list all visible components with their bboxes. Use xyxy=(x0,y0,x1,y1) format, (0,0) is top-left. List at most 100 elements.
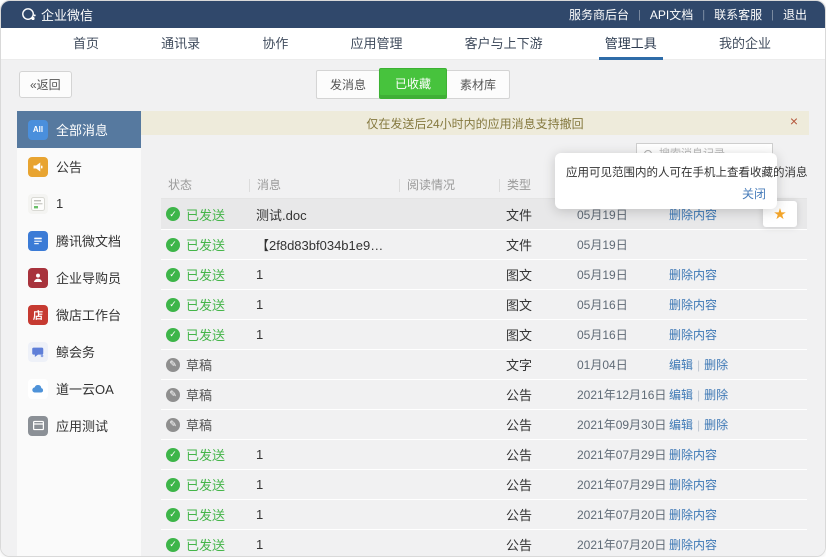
chat-bubble-icon xyxy=(28,342,48,362)
actions-cell: 删除内容 xyxy=(669,326,753,343)
tab-material-library[interactable]: 素材库 xyxy=(446,70,510,99)
action-link[interactable]: 删除 xyxy=(704,418,728,432)
type-cell: 文件 xyxy=(499,235,577,254)
action-link[interactable]: 删除内容 xyxy=(669,328,717,342)
type-cell: 公告 xyxy=(499,445,577,464)
message-cell: 1 xyxy=(249,327,399,342)
sidebar-item-whale-meeting[interactable]: 鲸会务 xyxy=(17,333,141,370)
action-link[interactable]: 删除 xyxy=(704,388,728,402)
topbar-link-api-docs[interactable]: API文档 xyxy=(650,6,693,23)
table-row: ✓已发送1公告2021年07月20日删除内容 xyxy=(161,529,807,556)
message-cell: 1 xyxy=(249,267,399,282)
table-body: ✓已发送测试.doc文件05月19日删除内容★✓已发送【2f8d83bf034b… xyxy=(161,199,807,556)
table-row: ✓已发送1公告2021年07月20日删除内容 xyxy=(161,499,807,529)
action-link[interactable]: 编辑 xyxy=(669,388,693,402)
topbar-link-separator: | xyxy=(702,9,705,21)
table-row: ✎草稿公告2021年09月30日编辑|删除 xyxy=(161,409,807,439)
sidebar-item-daoyiyun-oa[interactable]: 道一云OA xyxy=(17,370,141,407)
topbar-link-separator: | xyxy=(771,9,774,21)
actions-cell: 编辑|删除 xyxy=(669,386,753,403)
tooltip-close-link[interactable]: 关闭 xyxy=(566,185,766,202)
message-cell: 1 xyxy=(249,447,399,462)
type-cell: 公告 xyxy=(499,535,577,554)
date-cell: 2021年12月16日 xyxy=(577,386,669,403)
app-window: 企业微信 服务商后台|API文档|联系客服|退出 首页通讯录协作应用管理客户与上… xyxy=(0,0,826,557)
shop-icon: 店 xyxy=(28,305,48,325)
star-icon[interactable]: ★ xyxy=(773,207,786,222)
status-cell: ✓已发送 xyxy=(161,205,249,224)
topbar-link-service-provider-console[interactable]: 服务商后台 xyxy=(569,6,629,23)
column-header-1: 状态 xyxy=(161,179,249,192)
sidebar-item-tencent-docs[interactable]: 腾讯微文档 xyxy=(17,222,141,259)
nav-item-my-company[interactable]: 我的企业 xyxy=(713,28,777,60)
topbar-link-contact-support[interactable]: 联系客服 xyxy=(714,6,762,23)
status-cell: ✓已发送 xyxy=(161,325,249,344)
column-header-2: 消息 xyxy=(249,179,399,192)
nav-item-customers-upstream-downstream[interactable]: 客户与上下游 xyxy=(459,28,549,60)
action-link[interactable]: 编辑 xyxy=(669,358,693,372)
actions-cell: 删除内容 xyxy=(669,266,753,283)
action-link[interactable]: 删除内容 xyxy=(669,208,717,222)
action-link[interactable]: 删除 xyxy=(704,358,728,372)
status-draft-icon: ✎ xyxy=(166,358,180,372)
action-link[interactable]: 编辑 xyxy=(669,418,693,432)
sidebar-item-all-messages[interactable]: All全部消息 xyxy=(17,111,141,148)
table-row: ✓已发送1图文05月16日删除内容 xyxy=(161,289,807,319)
sidebar-item-app-test[interactable]: 应用测试 xyxy=(17,407,141,444)
app-window-icon xyxy=(28,416,48,436)
action-link[interactable]: 删除内容 xyxy=(669,538,717,552)
table-row: ✓已发送1图文05月16日删除内容 xyxy=(161,319,807,349)
status-sent-icon: ✓ xyxy=(166,238,180,252)
type-cell: 公告 xyxy=(499,415,577,434)
nav-item-collaboration[interactable]: 协作 xyxy=(256,28,294,60)
nav-item-home[interactable]: 首页 xyxy=(67,28,105,60)
status-label: 已发送 xyxy=(186,235,225,254)
tab-send-message[interactable]: 发消息 xyxy=(316,70,380,99)
nav-item-contacts[interactable]: 通讯录 xyxy=(155,28,206,60)
status-draft-icon: ✎ xyxy=(166,418,180,432)
type-cell: 图文 xyxy=(499,265,577,284)
date-cell: 2021年07月20日 xyxy=(577,536,669,553)
status-sent-icon: ✓ xyxy=(166,298,180,312)
tab-collected[interactable]: 已收藏 xyxy=(379,68,447,99)
status-label: 已发送 xyxy=(186,295,225,314)
sidebar-item-weidian-workbench[interactable]: 店微店工作台 xyxy=(17,296,141,333)
cloud-icon xyxy=(28,379,48,399)
sidebar-item-label: 公告 xyxy=(56,157,82,176)
status-cell: ✎草稿 xyxy=(161,415,249,434)
app-sidebar: All全部消息公告 1 腾讯微文档企业导购员店微店工作台鲸会务道一云OA应用测试 xyxy=(17,111,141,556)
status-cell: ✓已发送 xyxy=(161,265,249,284)
message-tabs: 发消息已收藏素材库 xyxy=(316,70,510,99)
date-cell: 05月16日 xyxy=(577,296,669,313)
wework-logo-icon xyxy=(21,7,36,22)
megaphone-icon xyxy=(28,157,48,177)
document-icon xyxy=(28,231,48,251)
wework-logo[interactable]: 企业微信 xyxy=(21,5,93,24)
sidebar-item-label: 腾讯微文档 xyxy=(56,231,121,250)
status-cell: ✓已发送 xyxy=(161,535,249,554)
action-link[interactable]: 删除内容 xyxy=(669,508,717,522)
action-link[interactable]: 删除内容 xyxy=(669,298,717,312)
back-button[interactable]: «返回 xyxy=(19,71,72,98)
topbar-link-logout[interactable]: 退出 xyxy=(783,6,807,23)
main-nav: 首页 通讯录 协作 应用管理 客户与上下游 管理工具 我的企业 xyxy=(1,28,825,60)
type-cell: 公告 xyxy=(499,475,577,494)
message-cell: 1 xyxy=(249,477,399,492)
status-sent-icon: ✓ xyxy=(166,207,180,221)
notice-close-icon[interactable]: × xyxy=(790,114,798,128)
wework-logo-label: 企业微信 xyxy=(41,5,93,24)
status-label: 已发送 xyxy=(186,265,225,284)
action-link[interactable]: 删除内容 xyxy=(669,268,717,282)
sidebar-item-guide-staff[interactable]: 企业导购员 xyxy=(17,259,141,296)
table-row: ✓已发送1图文05月19日删除内容 xyxy=(161,259,807,289)
action-link[interactable]: 删除内容 xyxy=(669,478,717,492)
action-link[interactable]: 删除内容 xyxy=(669,448,717,462)
nav-item-admin-tools[interactable]: 管理工具 xyxy=(599,28,663,60)
status-label: 已发送 xyxy=(186,325,225,344)
sidebar-item-app-1[interactable]: 1 xyxy=(17,185,141,222)
status-cell: ✓已发送 xyxy=(161,445,249,464)
sidebar-item-announcement[interactable]: 公告 xyxy=(17,148,141,185)
notice-text: 仅在发送后24小时内的应用消息支持撤回 xyxy=(366,115,583,132)
date-cell: 05月19日 xyxy=(577,236,669,253)
nav-item-app-management[interactable]: 应用管理 xyxy=(344,28,408,60)
